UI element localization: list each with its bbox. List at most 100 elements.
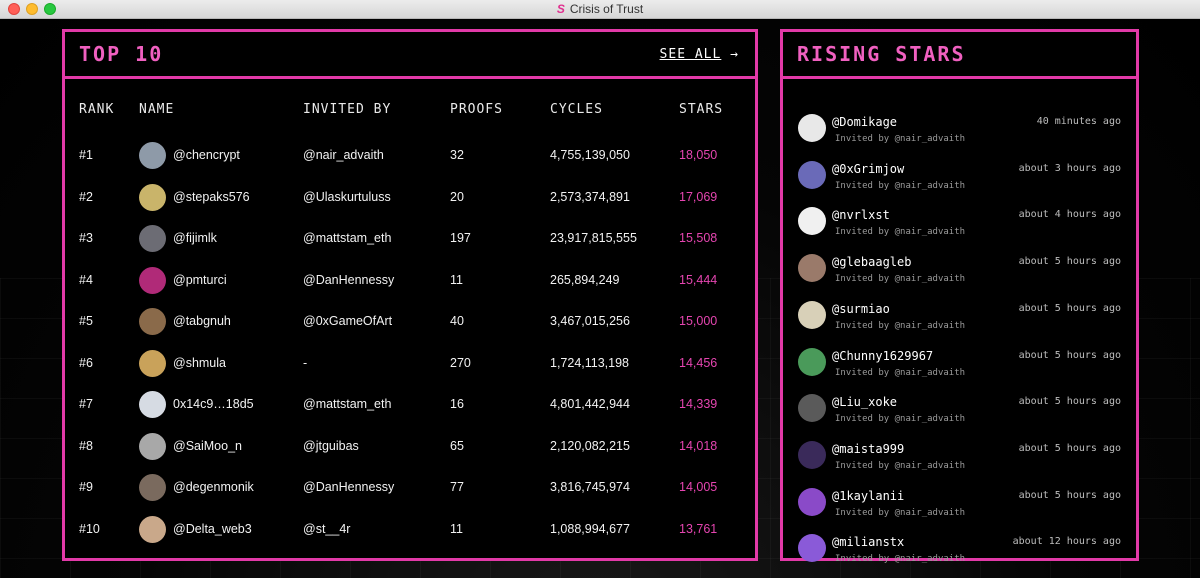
list-item[interactable]: @glebaagleb Invited by @nair_advaith abo… <box>783 248 1136 295</box>
cycles-cell: 1,088,994,677 <box>550 521 630 536</box>
user-handle[interactable]: @stepaks576 <box>173 190 250 204</box>
user-handle[interactable]: 0x14c9…18d5 <box>173 397 254 411</box>
column-header-stars: STARS <box>679 102 724 117</box>
rank-cell: #6 <box>79 355 93 370</box>
user-handle[interactable]: @SaiMoo_n <box>173 439 242 453</box>
user-handle[interactable]: @0xGrimjow <box>832 162 904 176</box>
proofs-cell: 11 <box>450 272 463 287</box>
user-handle[interactable]: @shmula <box>173 356 226 370</box>
user-handle[interactable]: @Liu_xoke <box>832 395 897 409</box>
stars-cell: 15,508 <box>679 231 718 245</box>
avatar[interactable] <box>139 432 166 460</box>
list-item[interactable]: @nvrlxst Invited by @nair_advaith about … <box>783 201 1136 248</box>
avatar[interactable] <box>798 207 826 236</box>
avatar[interactable] <box>798 440 826 469</box>
stars-cell: 15,000 <box>679 314 718 328</box>
top10-panel: TOP 10 SEE ALL → RANK NAME INVITED BY PR… <box>62 29 758 561</box>
invited-by-cell[interactable]: - <box>303 356 307 370</box>
table-row[interactable]: #7 0x14c9…18d5 @mattstam_eth 16 4,801,44… <box>65 385 755 426</box>
avatar[interactable] <box>139 142 166 169</box>
table-row[interactable]: #1 @chencrypt @nair_advaith 32 4,755,139… <box>65 136 755 177</box>
avatar[interactable] <box>139 474 166 501</box>
list-item[interactable]: @Liu_xoke Invited by @nair_advaith about… <box>783 388 1136 435</box>
user-handle[interactable]: @Domikage <box>832 115 897 129</box>
stars-cell: 14,018 <box>679 438 718 453</box>
user-handle[interactable]: @glebaagleb <box>832 255 911 269</box>
avatar[interactable] <box>798 254 826 283</box>
user-handle[interactable]: @milianstx <box>832 535 904 549</box>
stars-cell: 17,069 <box>679 189 718 204</box>
rank-cell: #2 <box>79 189 93 204</box>
avatar[interactable] <box>139 266 166 294</box>
user-handle[interactable]: @nvrlxst <box>832 208 890 222</box>
table-row[interactable]: #8 @SaiMoo_n @jtguibas 65 2,120,082,215 … <box>65 427 755 468</box>
timestamp: about 5 hours ago <box>1018 256 1121 268</box>
list-item[interactable]: @maista999 Invited by @nair_advaith abou… <box>783 435 1136 482</box>
rank-cell: #1 <box>79 148 93 162</box>
see-all-link[interactable]: SEE ALL → <box>660 47 739 62</box>
user-handle[interactable]: @chencrypt <box>173 148 240 162</box>
avatar[interactable] <box>139 308 166 335</box>
user-handle[interactable]: @fijimlk <box>173 231 217 245</box>
avatar[interactable] <box>798 534 826 563</box>
invited-by-cell[interactable]: @jtguibas <box>303 439 359 453</box>
user-handle[interactable]: @tabgnuh <box>173 314 231 328</box>
cycles-cell: 23,917,815,555 <box>550 231 637 245</box>
list-item[interactable]: @Chunny1629967 Invited by @nair_advaith … <box>783 342 1136 389</box>
rank-cell: #5 <box>79 314 93 328</box>
list-item[interactable]: @1kaylanii Invited by @nair_advaith abou… <box>783 482 1136 529</box>
avatar[interactable] <box>798 347 826 376</box>
timestamp: 40 minutes ago <box>1036 116 1121 127</box>
list-item[interactable]: @milianstx Invited by @nair_advaith abou… <box>783 528 1136 575</box>
app-stage: TOP 10 SEE ALL → RANK NAME INVITED BY PR… <box>0 20 1200 578</box>
table-row[interactable]: #2 @stepaks576 @Ulaskurtuluss 20 2,573,3… <box>65 178 755 219</box>
avatar[interactable] <box>798 160 826 189</box>
invited-by-text: Invited by @nair_advaith <box>835 414 966 425</box>
invited-by-cell[interactable]: @DanHennessy <box>303 480 394 494</box>
invited-by-cell[interactable]: @Ulaskurtuluss <box>303 190 391 204</box>
user-handle[interactable]: @Delta_web3 <box>173 522 252 536</box>
invited-by-cell[interactable]: @st__4r <box>303 522 350 536</box>
avatar[interactable] <box>798 300 826 329</box>
table-row[interactable]: #4 @pmturci @DanHennessy 11 265,894,249 … <box>65 261 755 302</box>
user-handle[interactable]: @surmiao <box>832 302 890 316</box>
avatar[interactable] <box>139 391 166 418</box>
avatar[interactable] <box>798 394 826 423</box>
invited-by-cell[interactable]: @nair_advaith <box>303 148 384 162</box>
invited-by-cell[interactable]: @mattstam_eth <box>303 231 391 245</box>
cycles-cell: 265,894,249 <box>550 272 620 287</box>
avatar[interactable] <box>798 487 826 516</box>
table-row[interactable]: #9 @degenmonik @DanHennessy 77 3,816,745… <box>65 468 755 509</box>
table-row[interactable]: #6 @shmula - 270 1,724,113,198 14,456 <box>65 344 755 385</box>
top10-header: TOP 10 SEE ALL → <box>65 32 755 79</box>
timestamp: about 5 hours ago <box>1018 489 1121 501</box>
invited-by-text: Invited by @nair_advaith <box>835 367 966 378</box>
rising-stars-title: RISING STARS <box>797 42 966 66</box>
rank-cell: #10 <box>79 521 100 536</box>
cycles-cell: 4,755,139,050 <box>550 148 630 162</box>
user-handle[interactable]: @maista999 <box>832 442 904 456</box>
proofs-cell: 11 <box>450 521 463 536</box>
invited-by-text: Invited by @nair_advaith <box>835 180 966 191</box>
table-row[interactable]: #3 @fijimlk @mattstam_eth 197 23,917,815… <box>65 219 755 260</box>
table-row[interactable]: #5 @tabgnuh @0xGameOfArt 40 3,467,015,25… <box>65 302 755 343</box>
list-item[interactable]: @Domikage Invited by @nair_advaith 40 mi… <box>783 108 1136 155</box>
user-handle[interactable]: @1kaylanii <box>832 489 904 503</box>
invited-by-cell[interactable]: @DanHennessy <box>303 273 394 287</box>
avatar[interactable] <box>139 225 166 252</box>
table-row[interactable]: #10 @Delta_web3 @st__4r 11 1,088,994,677… <box>65 510 755 551</box>
list-item[interactable]: @surmiao Invited by @nair_advaith about … <box>783 295 1136 342</box>
avatar[interactable] <box>139 183 166 211</box>
rank-cell: #8 <box>79 438 93 453</box>
invited-by-cell[interactable]: @mattstam_eth <box>303 397 391 411</box>
timestamp: about 5 hours ago <box>1018 349 1121 361</box>
invited-by-cell[interactable]: @0xGameOfArt <box>303 314 392 328</box>
user-handle[interactable]: @Chunny1629967 <box>832 349 933 363</box>
avatar[interactable] <box>798 114 826 142</box>
avatar[interactable] <box>139 349 166 377</box>
user-handle[interactable]: @degenmonik <box>173 480 254 494</box>
list-item[interactable]: @0xGrimjow Invited by @nair_advaith abou… <box>783 155 1136 202</box>
avatar[interactable] <box>139 515 166 543</box>
column-header-cycles: CYCLES <box>550 102 603 117</box>
user-handle[interactable]: @pmturci <box>173 273 227 287</box>
